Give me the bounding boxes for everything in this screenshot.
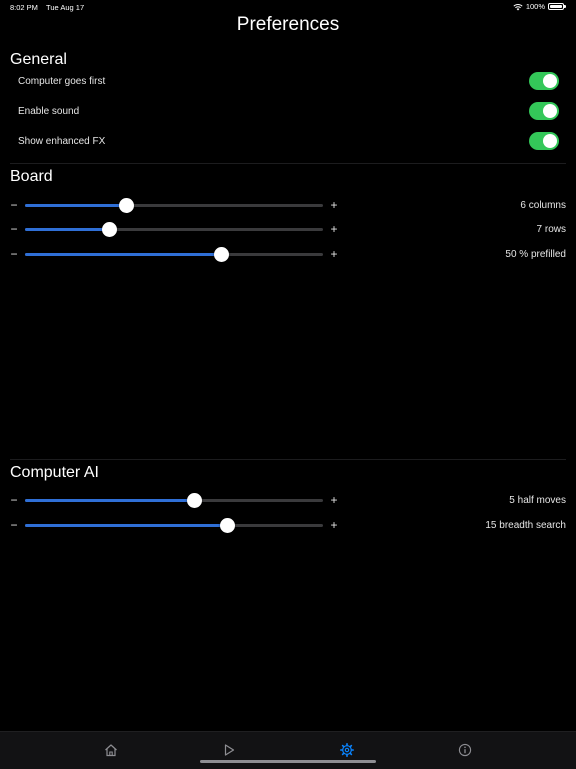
toggle-row-enable-sound: Enable sound — [0, 102, 576, 122]
increase-columns-button[interactable]: + — [328, 198, 340, 212]
tab-play[interactable] — [219, 740, 239, 760]
gear-icon — [340, 743, 354, 757]
toggle-label: Show enhanced FX — [18, 136, 106, 147]
battery-icon — [548, 3, 566, 10]
prefilled-slider[interactable] — [25, 247, 323, 262]
slider-fill — [25, 228, 110, 231]
prefilled-value: 50 % prefilled — [505, 249, 566, 260]
increase-rows-button[interactable]: + — [328, 222, 340, 236]
tab-settings[interactable] — [337, 740, 357, 760]
half-moves-value: 5 half moves — [509, 495, 566, 506]
status-bar: 8:02 PM Tue Aug 17 100% — [0, 0, 576, 14]
status-date: Tue Aug 17 — [46, 3, 85, 12]
wifi-icon — [513, 3, 523, 10]
tab-bar — [0, 731, 576, 769]
rows-value: 7 rows — [536, 224, 566, 235]
slider-row-half-moves: − + 5 half moves — [0, 491, 576, 511]
slider-row-breadth-search: − + 15 breadth search — [0, 516, 576, 536]
decrease-columns-button[interactable]: − — [9, 198, 19, 212]
breadth-search-slider[interactable] — [25, 518, 323, 533]
status-right: 100% — [513, 2, 566, 11]
half-moves-slider-thumb[interactable] — [187, 493, 203, 508]
rows-slider[interactable] — [25, 222, 323, 237]
info-icon — [458, 743, 472, 757]
play-icon — [224, 744, 235, 756]
toggle-label: Computer goes first — [18, 76, 106, 87]
breadth-search-slider-thumb[interactable] — [220, 518, 236, 533]
slider-row-rows: − + 7 rows — [0, 220, 576, 240]
increase-half-moves-button[interactable]: + — [328, 493, 340, 507]
computer-first-toggle[interactable] — [529, 72, 559, 90]
home-icon — [105, 744, 117, 757]
columns-slider[interactable] — [25, 198, 323, 213]
section-title-general: General — [10, 51, 67, 68]
battery-percent: 100% — [525, 2, 545, 11]
decrease-half-moves-button[interactable]: − — [9, 493, 19, 507]
slider-fill — [25, 204, 127, 207]
divider — [10, 163, 566, 164]
half-moves-slider[interactable] — [25, 493, 323, 508]
slider-fill — [25, 524, 228, 527]
prefilled-slider-thumb[interactable] — [214, 247, 230, 262]
slider-row-prefilled: − + 50 % prefilled — [0, 245, 576, 265]
section-title-computer-ai: Computer AI — [10, 464, 99, 481]
columns-value: 6 columns — [520, 200, 566, 211]
status-left: 8:02 PM Tue Aug 17 — [10, 3, 84, 12]
decrease-breadth-button[interactable]: − — [9, 518, 19, 532]
divider — [10, 459, 566, 460]
decrease-rows-button[interactable]: − — [9, 222, 19, 236]
toggle-row-enhanced-fx: Show enhanced FX — [0, 132, 576, 152]
breadth-search-value: 15 breadth search — [485, 520, 566, 531]
columns-slider-thumb[interactable] — [118, 198, 134, 213]
page-title: Preferences — [236, 14, 340, 35]
decrease-prefilled-button[interactable]: − — [9, 247, 19, 261]
section-title-board: Board — [10, 168, 53, 185]
toggle-label: Enable sound — [18, 106, 80, 117]
increase-prefilled-button[interactable]: + — [328, 247, 340, 261]
toggle-row-computer-first: Computer goes first — [0, 72, 576, 92]
enhanced-fx-toggle[interactable] — [529, 132, 559, 150]
status-time: 8:02 PM — [10, 3, 38, 12]
slider-row-columns: − + 6 columns — [0, 196, 576, 216]
rows-slider-thumb[interactable] — [102, 222, 118, 237]
tab-home[interactable] — [101, 740, 121, 760]
slider-fill — [25, 253, 222, 256]
slider-fill — [25, 499, 195, 502]
increase-breadth-button[interactable]: + — [328, 518, 340, 532]
home-indicator — [200, 760, 376, 763]
enable-sound-toggle[interactable] — [529, 102, 559, 120]
tab-info[interactable] — [455, 740, 475, 760]
